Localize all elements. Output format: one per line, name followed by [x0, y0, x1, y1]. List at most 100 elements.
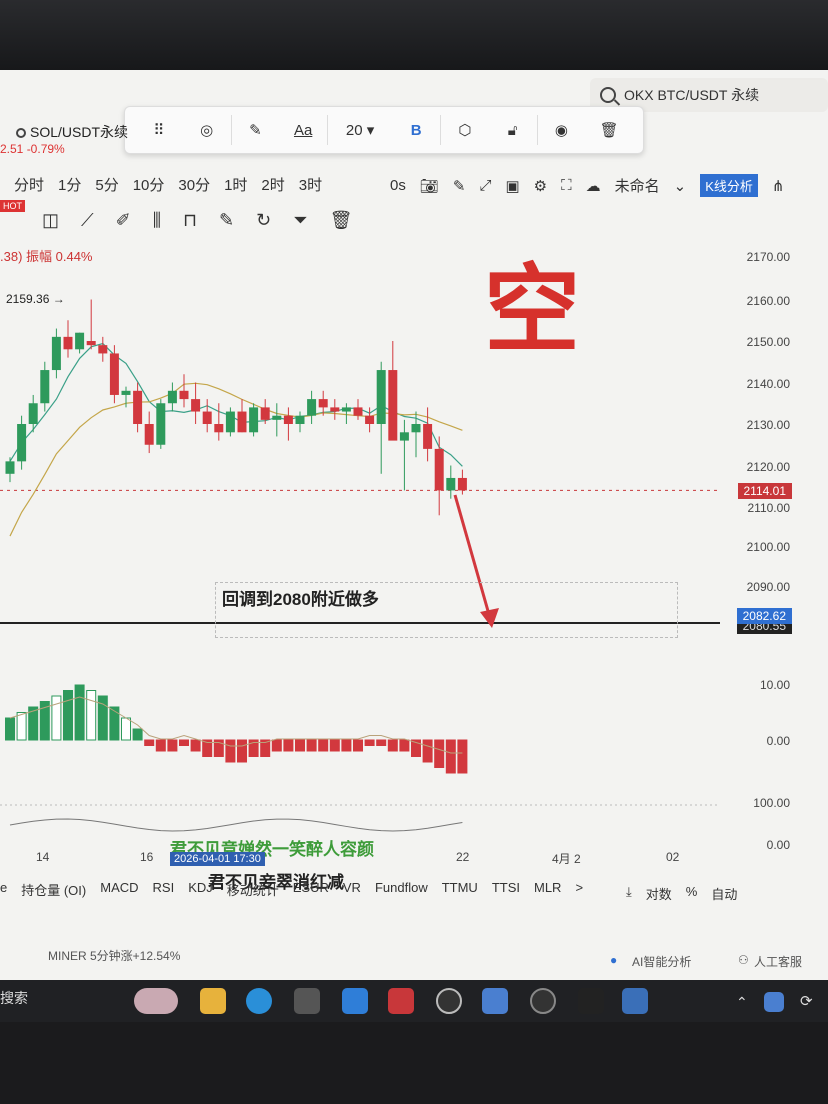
macd-bar — [457, 739, 468, 774]
indicator-tabs: e 持仓量 (OI) MACD RSI KDJ 移动统计 ESUR VR Fun… — [0, 880, 583, 899]
macd-bar — [318, 739, 329, 752]
macd-bar — [109, 706, 120, 741]
auto-scale-toggle[interactable]: 自动 — [711, 884, 737, 903]
indicator-tab[interactable]: 移动统计 — [227, 880, 279, 899]
macd-tick: 10.00 — [759, 678, 790, 692]
ai-analysis-link[interactable]: AI智能分析 — [632, 953, 691, 970]
x-tick: 4月 2 — [552, 852, 581, 866]
candle-body — [179, 390, 189, 400]
macd-bar — [74, 684, 85, 741]
candle-body — [341, 407, 351, 412]
taskbar: 搜索 — [0, 980, 828, 1022]
sync-icon[interactable]: ⟳ — [800, 992, 813, 1010]
indicator-tab[interactable]: MACD — [100, 880, 138, 899]
indicator-tab[interactable]: RSI — [153, 880, 175, 899]
candle-body — [446, 477, 456, 491]
macd-bar — [225, 739, 236, 763]
scale-options: ⤓ 对数 % 自动 — [626, 884, 737, 903]
ai-icon: ● — [610, 953, 618, 967]
macd-bar — [445, 739, 456, 774]
candle-body — [63, 336, 73, 350]
kdj-tick: 100.00 — [753, 796, 790, 810]
macd-bar — [399, 739, 410, 752]
candle-body — [202, 411, 212, 424]
notepad-icon[interactable] — [622, 988, 648, 1014]
music-icon[interactable] — [578, 988, 604, 1014]
y-tick: 2150.00 — [746, 335, 790, 349]
short-mark: 空 — [484, 254, 580, 366]
indicator-tab[interactable]: KDJ — [188, 880, 213, 899]
more-indicators-button[interactable]: > — [575, 880, 583, 899]
okx-icon[interactable] — [530, 988, 556, 1014]
x-tick: 22 — [456, 850, 470, 864]
candle-body — [121, 390, 131, 395]
y-tick: 2130.00 — [746, 418, 790, 432]
macd-bar — [237, 739, 247, 763]
candle-body — [98, 345, 108, 354]
indicator-tab[interactable]: e — [0, 880, 7, 899]
current-price-tag: 2114.01 — [737, 483, 792, 499]
candle-body — [5, 461, 15, 474]
file-explorer-icon[interactable] — [200, 988, 226, 1014]
crosshair-date: 2026-04-01 17:30 — [170, 852, 265, 866]
candle-body — [40, 370, 50, 404]
browser-icon[interactable] — [436, 988, 462, 1014]
ticker-news[interactable]: MINER 5分钟涨+12.54% — [48, 947, 180, 964]
indicator-tab[interactable]: TTMU — [442, 880, 478, 899]
app-icon[interactable] — [482, 988, 508, 1014]
scale-icon[interactable]: ⤓ — [626, 884, 632, 903]
edge-browser-icon[interactable] — [246, 988, 272, 1014]
taskbar-widget-icon[interactable] — [134, 988, 178, 1014]
indicator-tab[interactable]: MLR — [534, 880, 561, 899]
macd-bar — [86, 690, 97, 741]
candle-body — [307, 399, 317, 416]
status-bar: MINER 5分钟涨+12.54% ● AI智能分析 ⚇ 人工客服 — [0, 945, 828, 973]
macd-bar — [121, 717, 131, 741]
candle-body — [295, 415, 305, 424]
candle-body — [353, 407, 363, 416]
candle-body — [109, 353, 119, 395]
support-icon: ⚇ — [738, 953, 749, 967]
macd-bar — [341, 739, 352, 752]
tray-icon[interactable] — [764, 992, 784, 1012]
kdj-line — [9, 818, 463, 832]
indicator-tab[interactable]: Fundflow — [375, 880, 428, 899]
candle-body — [133, 390, 143, 424]
y-tick: 2110.00 — [747, 501, 791, 515]
candle-body — [411, 424, 421, 433]
y-tick: 2090.00 — [746, 580, 790, 594]
macd-bar — [283, 739, 294, 752]
y-tick: 2160.00 — [746, 294, 790, 308]
chevron-up-icon[interactable]: ⌃ — [736, 994, 748, 1011]
x-tick: 02 — [666, 850, 680, 864]
indicator-tab[interactable]: VR — [343, 880, 361, 899]
taskbar-search[interactable]: 搜索 — [0, 988, 28, 1008]
indicator-tab[interactable]: TTSI — [492, 880, 520, 899]
macd-bar — [179, 739, 189, 746]
candle-body — [260, 407, 270, 420]
candle-body — [75, 332, 85, 350]
candle-body — [156, 403, 166, 445]
macd-bar — [376, 739, 387, 746]
indicator-tab[interactable]: ESUR — [293, 880, 329, 899]
chart-note: 回调到2080附近做多 — [222, 590, 379, 609]
macd-bar — [329, 739, 340, 752]
wps-icon[interactable] — [388, 988, 414, 1014]
candle-body — [51, 336, 61, 371]
log-scale-toggle[interactable]: 对数 — [646, 884, 672, 903]
candle-body — [167, 390, 177, 404]
support-link[interactable]: 人工客服 — [754, 953, 802, 970]
macd-bar — [353, 739, 363, 752]
outlook-icon[interactable] — [342, 988, 368, 1014]
store-icon[interactable] — [294, 988, 320, 1014]
percent-scale-toggle[interactable]: % — [686, 884, 698, 903]
macd-tick: 0.00 — [766, 734, 790, 748]
candle-body — [214, 424, 224, 433]
macd-bar — [295, 739, 305, 752]
price-chart[interactable] — [0, 0, 828, 980]
candle-body — [365, 415, 375, 424]
indicator-tab[interactable]: 持仓量 (OI) — [21, 880, 86, 899]
candle-body — [423, 424, 433, 449]
candle-body — [283, 415, 293, 424]
y-tick: 2120.00 — [746, 460, 790, 474]
